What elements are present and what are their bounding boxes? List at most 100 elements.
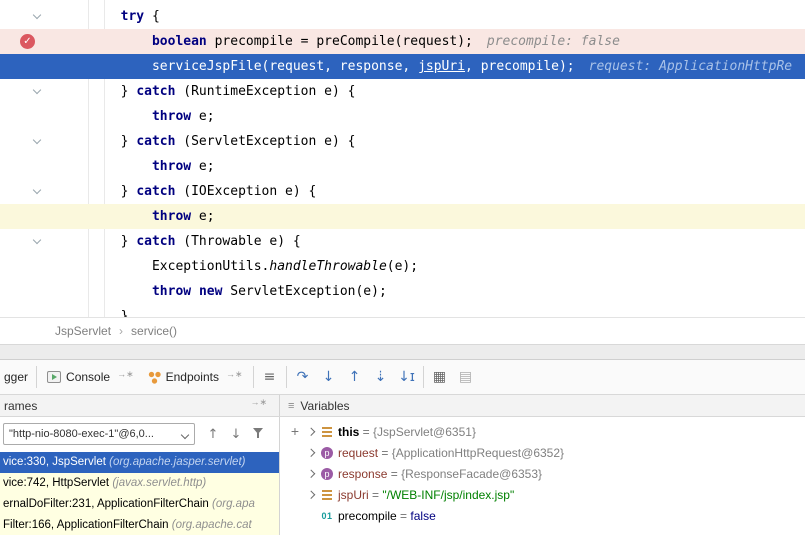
variable-type-icon: p — [319, 468, 335, 480]
code-text: boolean precompile = preCompile(request)… — [105, 34, 620, 49]
horizontal-splitter[interactable] — [0, 345, 805, 360]
expand-chevron-icon[interactable] — [303, 450, 319, 456]
equals-sign: = — [387, 467, 401, 481]
debugger-inline-hint: request: ApplicationHttpRe — [589, 59, 793, 74]
code-text: throw e; — [105, 159, 215, 174]
mute-renderers-icon[interactable]: ≡ — [257, 365, 283, 389]
code-text: } catch (IOException e) { — [105, 184, 316, 199]
fold-chevron-icon[interactable] — [34, 137, 44, 147]
code-line[interactable]: ExceptionUtils.handleThrowable(e); — [0, 254, 805, 279]
code-area[interactable]: try {✓ boolean precompile = preCompile(r… — [0, 0, 805, 317]
toolbar-separator — [36, 366, 37, 388]
code-text: } — [105, 309, 128, 317]
table-view-icon[interactable]: ▦ — [427, 365, 453, 389]
breadcrumb-method[interactable]: service() — [131, 324, 177, 338]
stack-frame-row[interactable]: vice:742, HttpServlet (javax.servlet.htt… — [0, 473, 279, 494]
new-watch-button[interactable]: + — [287, 423, 303, 439]
fold-chevron-icon[interactable] — [34, 87, 44, 97]
breadcrumb: JspServlet › service() — [0, 317, 805, 345]
next-frame-button[interactable]: ↓ — [226, 425, 246, 445]
expand-chevron-icon[interactable] — [303, 492, 319, 498]
step-out-icon[interactable]: ↑ — [342, 365, 368, 389]
frames-list: vice:330, JspServlet (org.apache.jasper.… — [0, 452, 279, 535]
variables-panel: + this = {JspServlet@6351}prequest = {Ap… — [281, 417, 805, 535]
variable-name: precompile — [338, 509, 397, 523]
variables-header-label: Variables — [300, 399, 349, 413]
thread-selector-value: "http-nio-8080-exec-1"@6,0... — [9, 428, 154, 440]
fold-chevron-icon[interactable] — [34, 237, 44, 247]
chevron-down-icon — [181, 431, 189, 439]
frames-panel-header: rames →∗ — [0, 395, 280, 416]
force-step-into-icon[interactable]: ⇣ — [368, 365, 394, 389]
previous-frame-button[interactable]: ↑ — [203, 425, 223, 445]
variables-tree: this = {JspServlet@6351}prequest = {Appl… — [303, 421, 805, 526]
code-line[interactable]: } catch (IOException e) { — [0, 179, 805, 204]
code-line[interactable]: throw e; — [0, 104, 805, 129]
stack-frame-row[interactable]: vice:330, JspServlet (org.apache.jasper.… — [0, 452, 279, 473]
code-editor[interactable]: try {✓ boolean precompile = preCompile(r… — [0, 0, 805, 317]
tab-debugger-partial[interactable]: gger — [2, 360, 33, 394]
toolbar-separator — [286, 366, 287, 388]
code-line[interactable]: serviceJspFile(request, response, jspUri… — [0, 54, 805, 79]
toolbar-separator — [253, 366, 254, 388]
code-line[interactable]: ✓ boolean precompile = preCompile(reques… — [0, 29, 805, 54]
stack-frame-row[interactable]: ernalDoFilter:231, ApplicationFilterChai… — [0, 494, 279, 515]
breakpoint-icon[interactable]: ✓ — [20, 34, 35, 49]
layout-settings-icon[interactable]: ▤ — [453, 365, 479, 389]
tab-endpoints[interactable]: Endpoints→∗ — [141, 360, 250, 394]
debugger-toolbar: gger Console→∗Endpoints→∗ ≡ ↷↓↑⇣↓ɪ ▦▤ — [0, 360, 805, 395]
variable-type-icon — [319, 490, 335, 500]
filter-frames-icon[interactable] — [253, 428, 265, 440]
thread-selector-dropdown[interactable]: "http-nio-8080-exec-1"@6,0... — [3, 423, 195, 445]
fold-chevron-icon[interactable] — [34, 12, 44, 22]
code-line[interactable]: throw e; — [0, 204, 805, 229]
code-line[interactable]: throw e; — [0, 154, 805, 179]
value-icon — [322, 427, 332, 437]
code-text: } catch (ServletException e) { — [105, 134, 355, 149]
param-icon: p — [321, 468, 333, 480]
variable-row[interactable]: this = {JspServlet@6351} — [303, 421, 805, 442]
breadcrumb-class[interactable]: JspServlet — [55, 324, 111, 338]
frame-location: Filter:166, ApplicationFilterChain — [3, 519, 172, 531]
variables-options-icon[interactable]: ≡ — [288, 400, 294, 412]
equals-sign: = — [378, 446, 392, 460]
debugger-inline-hint: precompile: false — [487, 34, 620, 49]
code-line[interactable]: } catch (Throwable e) { — [0, 229, 805, 254]
tab-label: gger — [4, 370, 28, 384]
frame-package: (org.apa — [212, 498, 255, 510]
equals-sign: = — [369, 488, 383, 502]
fold-chevron-icon[interactable] — [34, 187, 44, 197]
step-into-icon[interactable]: ↓ — [316, 365, 342, 389]
expand-chevron-icon[interactable] — [303, 471, 319, 477]
variable-row[interactable]: 01precompile = false — [303, 505, 805, 526]
variable-row[interactable]: presponse = {ResponseFacade@6353} — [303, 463, 805, 484]
equals-sign: = — [397, 509, 411, 523]
frame-package: (javax.servlet.http) — [112, 477, 206, 489]
expand-chevron-icon[interactable] — [303, 429, 319, 435]
equals-sign: = — [359, 425, 373, 439]
code-text: throw new ServletException(e); — [105, 284, 387, 299]
variable-row[interactable]: jspUri = "/WEB-INF/jsp/index.jsp" — [303, 484, 805, 505]
code-line[interactable]: } — [0, 304, 805, 317]
tab-hint: →∗ — [117, 369, 134, 380]
variable-value: {JspServlet@6351} — [373, 425, 476, 439]
code-line[interactable]: } catch (ServletException e) { — [0, 129, 805, 154]
code-text: throw e; — [105, 209, 215, 224]
variable-type-icon: p — [319, 447, 335, 459]
code-line[interactable]: } catch (RuntimeException e) { — [0, 79, 805, 104]
tool-window-tabs: Console→∗Endpoints→∗ — [40, 360, 250, 394]
variable-value: false — [410, 509, 435, 523]
param-icon: p — [321, 447, 333, 459]
variable-type-icon: 01 — [319, 511, 335, 521]
code-line[interactable]: try { — [0, 4, 805, 29]
tab-hint: →∗ — [226, 369, 243, 380]
run-to-cursor-icon[interactable]: ↓ɪ — [394, 365, 420, 389]
code-line[interactable]: throw new ServletException(e); — [0, 279, 805, 304]
variable-row[interactable]: prequest = {ApplicationHttpRequest@6352} — [303, 442, 805, 463]
code-text: throw e; — [105, 109, 215, 124]
step-over-icon[interactable]: ↷ — [290, 365, 316, 389]
tab-console[interactable]: Console→∗ — [40, 360, 141, 394]
stack-frame-row[interactable]: Filter:166, ApplicationFilterChain (org.… — [0, 515, 279, 535]
code-text: ExceptionUtils.handleThrowable(e); — [105, 259, 418, 274]
frames-header-label: rames — [4, 399, 37, 413]
